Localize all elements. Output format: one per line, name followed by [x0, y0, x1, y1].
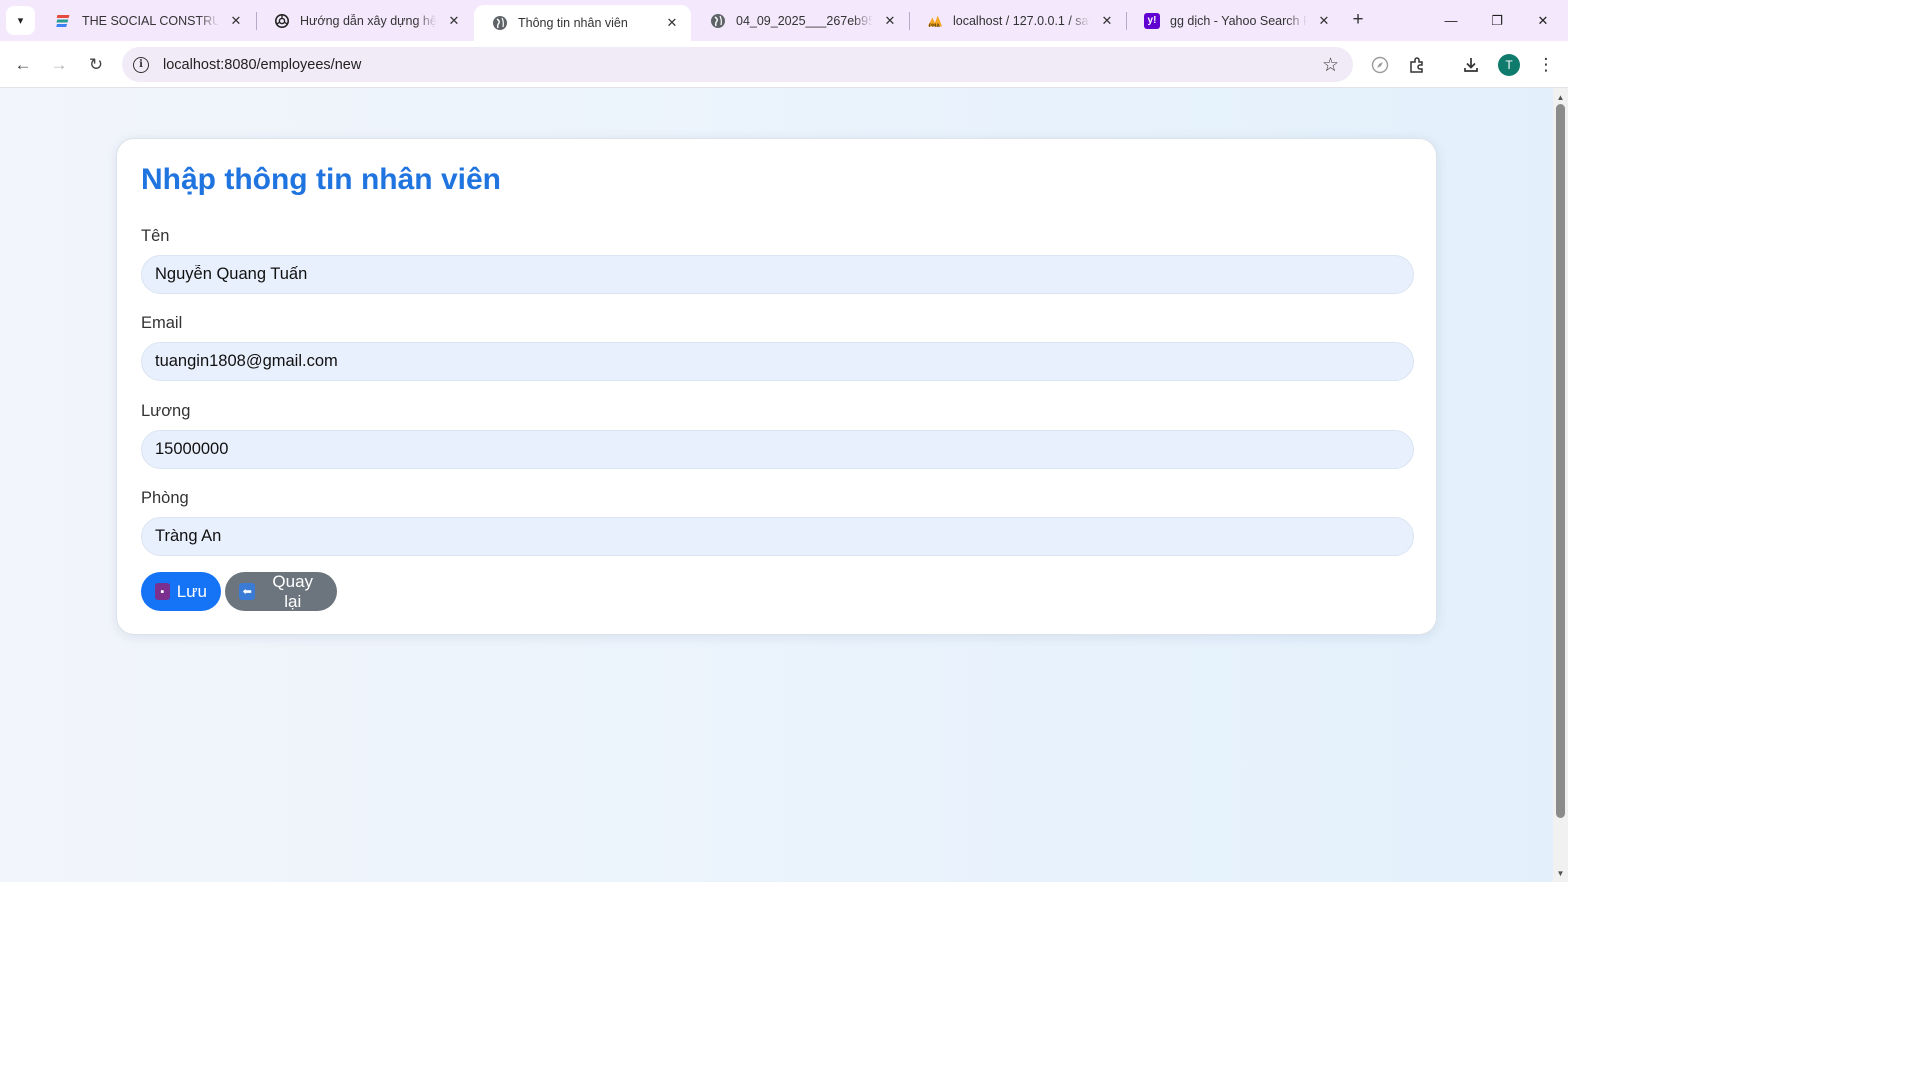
- bookmark-star-icon[interactable]: ☆: [1322, 54, 1339, 77]
- tab-04-09-2025[interactable]: 04_09_2025___267eb95ab4 ✕: [692, 0, 909, 41]
- page-title: Nhập thông tin nhân viên: [141, 163, 501, 196]
- profile-avatar[interactable]: T: [1498, 54, 1520, 76]
- close-icon[interactable]: ✕: [663, 14, 681, 32]
- name-field[interactable]: [141, 255, 1414, 294]
- save-button-label: Lưu: [176, 581, 207, 601]
- close-window-button[interactable]: ✕: [1520, 0, 1566, 41]
- compass-icon: [1371, 56, 1389, 74]
- name-label: Tên: [141, 227, 170, 245]
- close-icon[interactable]: ✕: [227, 12, 245, 30]
- close-icon: ✕: [1537, 12, 1549, 28]
- back-arrow-icon: ⬅: [239, 583, 256, 600]
- back-button[interactable]: ⬅ Quay lại: [225, 572, 337, 611]
- back-button[interactable]: ←: [8, 50, 38, 80]
- phpmyadmin-favicon-icon: PMA: [927, 13, 943, 29]
- yahoo-favicon-icon: y!: [1144, 12, 1160, 29]
- page-viewport: Nhập thông tin nhân viên Tên Email Lương…: [0, 88, 1553, 882]
- minimize-button[interactable]: —: [1428, 0, 1474, 41]
- tab-social-constructivism[interactable]: THE SOCIAL CONSTRUCTIV ✕: [38, 0, 255, 41]
- scrollbar-thumb[interactable]: [1556, 104, 1565, 818]
- salary-label: Lương: [141, 402, 191, 420]
- tab-title: Thông tin nhân viên: [518, 16, 628, 30]
- email-label: Email: [141, 314, 183, 332]
- tab-phpmyadmin[interactable]: PMA localhost / 127.0.0.1 / salar ✕: [909, 0, 1126, 41]
- tab-title: localhost / 127.0.0.1 / salar: [953, 13, 1090, 28]
- close-icon[interactable]: ✕: [881, 12, 899, 30]
- browser-toolbar: ← → ↻ i localhost:8080/employees/new ☆ T…: [0, 41, 1568, 88]
- minimize-icon: —: [1444, 13, 1458, 28]
- tab-thong-tin-nhan-vien[interactable]: Thông tin nhân viên ✕: [474, 5, 691, 41]
- scroll-down-arrow-icon[interactable]: ▼: [1553, 866, 1568, 880]
- url-text[interactable]: localhost:8080/employees/new: [163, 57, 361, 73]
- department-label: Phòng: [141, 489, 189, 507]
- back-button-label: Quay lại: [272, 571, 314, 611]
- arrow-left-icon: ←: [14, 55, 32, 74]
- globe-favicon-icon: [492, 15, 508, 31]
- svg-text:PMA: PMA: [929, 23, 941, 29]
- browser-menu-button[interactable]: ⋮: [1531, 50, 1561, 80]
- more-vertical-icon: ⋮: [1537, 55, 1555, 74]
- openai-favicon-icon: [274, 13, 290, 29]
- tab-title: THE SOCIAL CONSTRUCTIV: [82, 13, 219, 28]
- tab-yahoo-search[interactable]: y! gg dịch - Yahoo Search Re ✕: [1126, 0, 1343, 41]
- compass-extension-button[interactable]: [1365, 50, 1395, 80]
- tab-title: 04_09_2025___267eb95ab4: [736, 13, 873, 28]
- page-scrollbar[interactable]: ▲ ▼: [1553, 88, 1568, 882]
- new-tab-button[interactable]: +: [1346, 8, 1370, 32]
- scroll-up-arrow-icon[interactable]: ▲: [1553, 90, 1568, 104]
- colorful-stripes-favicon-icon: [56, 13, 72, 29]
- site-info-icon[interactable]: i: [133, 56, 149, 73]
- tab-strip: ▾ THE SOCIAL CONSTRUCTIV ✕ Hướng dẫn xây…: [0, 0, 1568, 41]
- save-button[interactable]: ▪ Lưu: [141, 572, 221, 611]
- puzzle-piece-icon: [1410, 57, 1423, 73]
- salary-field[interactable]: [141, 430, 1414, 469]
- employee-form-card: Nhập thông tin nhân viên Tên Email Lương…: [116, 138, 1437, 635]
- address-bar[interactable]: i localhost:8080/employees/new ☆: [122, 47, 1353, 82]
- chevron-down-icon: ▾: [17, 15, 24, 27]
- tab-search-button[interactable]: ▾: [6, 6, 35, 35]
- globe-favicon-icon: [710, 13, 726, 29]
- restore-icon: ❐: [1491, 12, 1503, 28]
- forward-button[interactable]: →: [44, 50, 74, 80]
- plus-icon: +: [1352, 9, 1364, 30]
- extensions-button[interactable]: [1402, 50, 1432, 80]
- close-icon[interactable]: ✕: [445, 12, 463, 30]
- reload-button[interactable]: ↻: [81, 50, 111, 80]
- floppy-disk-icon: ▪: [155, 583, 170, 600]
- arrow-right-icon: →: [50, 55, 68, 74]
- restore-button[interactable]: ❐: [1474, 0, 1520, 41]
- download-icon: [1464, 58, 1478, 72]
- downloads-button[interactable]: [1456, 50, 1486, 80]
- reload-icon: ↻: [88, 55, 104, 74]
- close-icon[interactable]: ✕: [1315, 12, 1333, 30]
- tab-huong-dan[interactable]: Hướng dẫn xây dựng hệ th ✕: [256, 0, 473, 41]
- email-field[interactable]: [141, 342, 1414, 381]
- tab-title: Hướng dẫn xây dựng hệ th: [300, 13, 437, 28]
- department-field[interactable]: [141, 517, 1414, 556]
- close-icon[interactable]: ✕: [1098, 12, 1116, 30]
- tab-title: gg dịch - Yahoo Search Re: [1170, 13, 1307, 28]
